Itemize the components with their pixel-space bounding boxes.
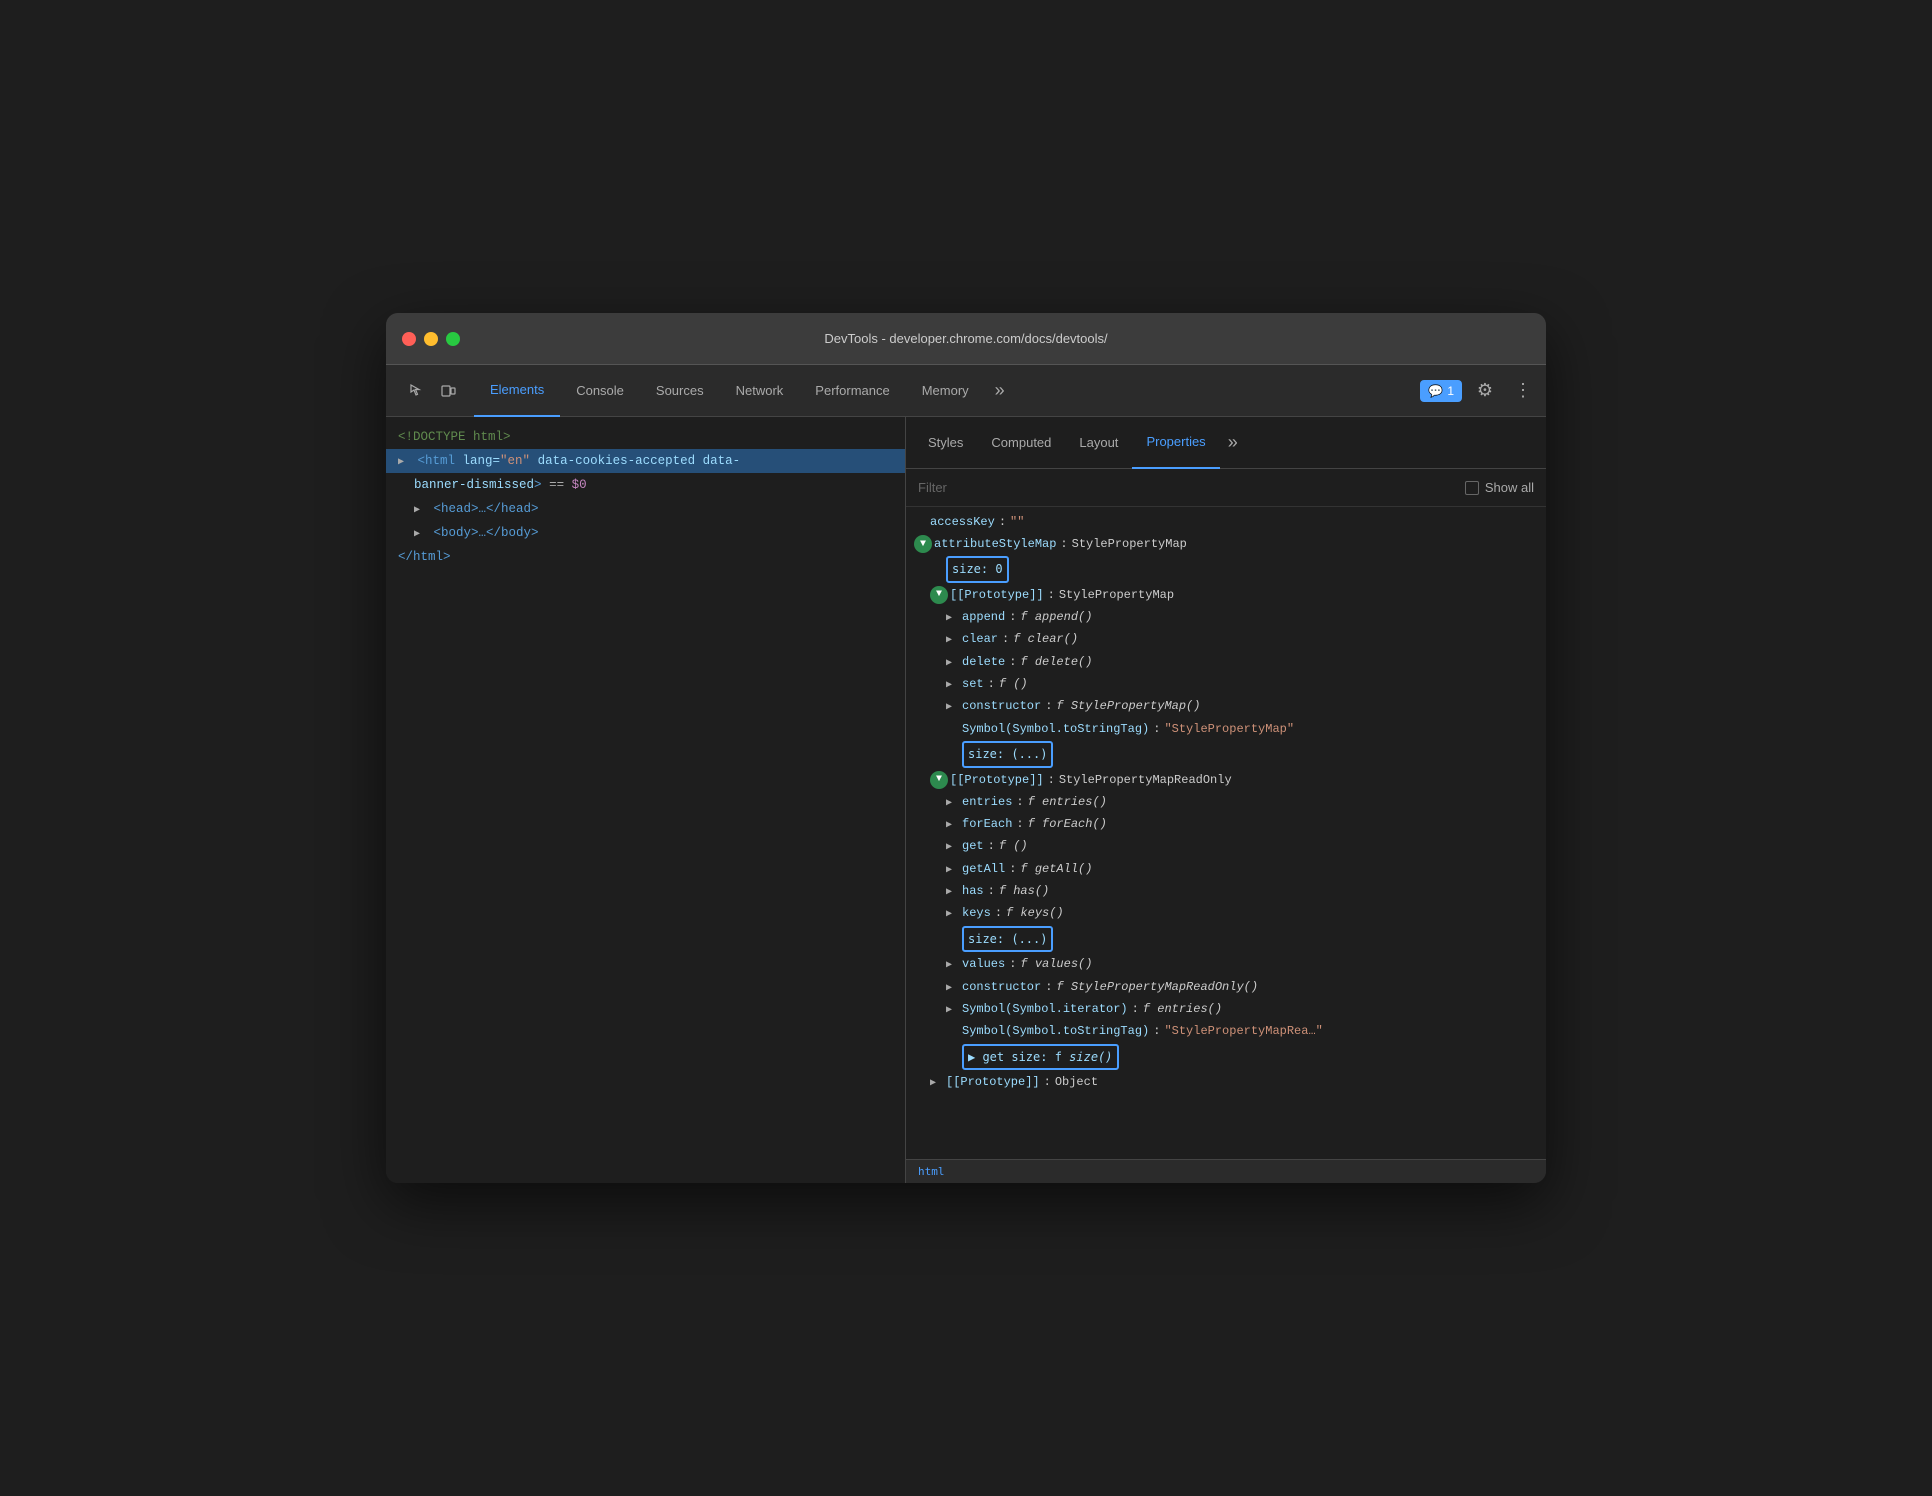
device-toolbar-icon[interactable] <box>434 377 462 405</box>
fullscreen-button[interactable] <box>446 332 460 346</box>
prop-constructor-ro: ▶ constructor : f StylePropertyMapReadOn… <box>906 976 1546 998</box>
dom-panel: <!DOCTYPE html> ▶ <html lang="en" data-c… <box>386 417 906 1183</box>
expand-prototype-ro-circle[interactable]: ▼ <box>930 771 948 789</box>
prop-size-ellipsis-1: size: (...) <box>906 740 1546 768</box>
window-title: DevTools - developer.chrome.com/docs/dev… <box>824 331 1107 346</box>
tab-elements[interactable]: Elements <box>474 365 560 417</box>
dom-html-element[interactable]: ▶ <html lang="en" data-cookies-accepted … <box>386 449 905 473</box>
filter-input[interactable] <box>918 480 1457 495</box>
status-bar: html <box>906 1159 1546 1183</box>
feedback-badge[interactable]: 💬 1 <box>1420 380 1462 402</box>
prop-prototype-object: ▶ [[Prototype]] : Object <box>906 1071 1546 1093</box>
prop-size-0: size: 0 <box>906 555 1546 583</box>
tab-network[interactable]: Network <box>720 365 800 417</box>
expand-arrow[interactable]: ▶ <box>398 455 410 471</box>
properties-panel: accessKey : "" ▼ attributeStyleMap : Sty… <box>906 507 1546 1159</box>
right-tabbar: Styles Computed Layout Properties » <box>906 417 1546 469</box>
tab-layout[interactable]: Layout <box>1065 417 1132 469</box>
prop-clear: ▶ clear : f clear() <box>906 628 1546 650</box>
traffic-lights <box>402 332 460 346</box>
prop-get: ▶ get : f () <box>906 835 1546 857</box>
show-all-label: Show all <box>1485 480 1534 495</box>
inspect-icon[interactable] <box>402 377 430 405</box>
dom-html-close: </html> <box>386 545 905 569</box>
tabbar-right: 💬 1 ⚙ ⋮ <box>1420 376 1538 406</box>
size-ellipsis-box-2: size: (...) <box>962 926 1053 952</box>
right-panel: Styles Computed Layout Properties » <box>906 417 1546 1159</box>
show-all-area: Show all <box>1465 480 1534 495</box>
show-all-checkbox[interactable] <box>1465 481 1479 495</box>
more-right-tabs[interactable]: » <box>1220 432 1246 453</box>
prop-get-size: ▶ get size: f size() <box>906 1043 1546 1071</box>
prop-symbol-tostring: Symbol(Symbol.toStringTag) : "StylePrope… <box>906 718 1546 740</box>
prop-prototype-spm[interactable]: ▼ [[Prototype]] : StylePropertyMap <box>906 584 1546 606</box>
prop-keys: ▶ keys : f keys() <box>906 902 1546 924</box>
prop-has: ▶ has : f has() <box>906 880 1546 902</box>
prop-symbol-tostring-ro: Symbol(Symbol.toStringTag) : "StylePrope… <box>906 1020 1546 1042</box>
devtools-window: DevTools - developer.chrome.com/docs/dev… <box>386 313 1546 1183</box>
tab-performance[interactable]: Performance <box>799 365 905 417</box>
main-tabbar: Elements Console Sources Network Perform… <box>386 365 1546 417</box>
prop-access-key: accessKey : "" <box>906 511 1546 533</box>
prop-delete: ▶ delete : f delete() <box>906 651 1546 673</box>
more-options-icon[interactable]: ⋮ <box>1508 376 1538 406</box>
dom-body[interactable]: ▶ <body>…</body> <box>386 521 905 545</box>
size-ellipsis-box-1: size: (...) <box>962 741 1053 767</box>
expand-prototype-circle[interactable]: ▼ <box>930 586 948 604</box>
chat-icon: 💬 <box>1428 384 1443 398</box>
tab-properties[interactable]: Properties <box>1132 417 1219 469</box>
get-size-box: ▶ get size: f size() <box>962 1044 1119 1070</box>
prop-values: ▶ values : f values() <box>906 953 1546 975</box>
prop-symbol-iterator: ▶ Symbol(Symbol.iterator) : f entries() <box>906 998 1546 1020</box>
expand-green-circle[interactable]: ▼ <box>914 535 932 553</box>
settings-icon[interactable]: ⚙ <box>1470 376 1500 406</box>
prop-set: ▶ set : f () <box>906 673 1546 695</box>
breadcrumb-html[interactable]: html <box>918 1165 945 1178</box>
more-tabs-button[interactable]: » <box>985 365 1015 417</box>
dom-html-continued: banner-dismissed> == $0 <box>386 473 905 497</box>
prop-append: ▶ append : f append() <box>906 606 1546 628</box>
tab-memory[interactable]: Memory <box>906 365 985 417</box>
titlebar: DevTools - developer.chrome.com/docs/dev… <box>386 313 1546 365</box>
minimize-button[interactable] <box>424 332 438 346</box>
prop-entries: ▶ entries : f entries() <box>906 791 1546 813</box>
prop-constructor: ▶ constructor : f StylePropertyMap() <box>906 695 1546 717</box>
prop-attribute-style-map[interactable]: ▼ attributeStyleMap : StylePropertyMap <box>906 533 1546 555</box>
main-content: <!DOCTYPE html> ▶ <html lang="en" data-c… <box>386 417 1546 1183</box>
tab-computed[interactable]: Computed <box>977 417 1065 469</box>
toolbar-icons <box>394 377 470 405</box>
tab-console[interactable]: Console <box>560 365 640 417</box>
size-box-0: size: 0 <box>946 556 1009 582</box>
tab-styles[interactable]: Styles <box>914 417 977 469</box>
filter-bar: Show all <box>906 469 1546 507</box>
dom-head[interactable]: ▶ <head>…</head> <box>386 497 905 521</box>
dom-doctype: <!DOCTYPE html> <box>386 425 905 449</box>
prop-prototype-spmro[interactable]: ▼ [[Prototype]] : StylePropertyMapReadOn… <box>906 769 1546 791</box>
prop-size-ellipsis-2: size: (...) <box>906 925 1546 953</box>
prop-getall: ▶ getAll : f getAll() <box>906 858 1546 880</box>
prop-foreach: ▶ forEach : f forEach() <box>906 813 1546 835</box>
tab-sources[interactable]: Sources <box>640 365 720 417</box>
close-button[interactable] <box>402 332 416 346</box>
